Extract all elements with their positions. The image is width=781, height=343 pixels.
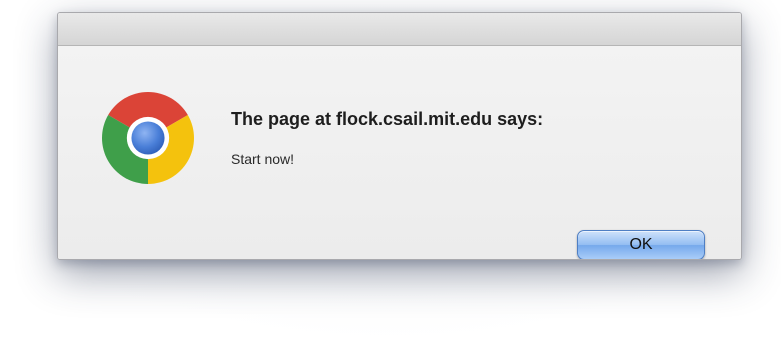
chrome-logo-icon: [102, 92, 194, 184]
dialog-message: Start now!: [231, 151, 295, 167]
dialog-content: The page at flock.csail.mit.edu says: St…: [58, 46, 741, 259]
dialog-title: The page at flock.csail.mit.edu says:: [231, 109, 544, 129]
ok-button[interactable]: OK: [577, 230, 705, 259]
dialog-titlebar[interactable]: [58, 13, 741, 46]
alert-dialog: The page at flock.csail.mit.edu says: St…: [57, 12, 742, 260]
